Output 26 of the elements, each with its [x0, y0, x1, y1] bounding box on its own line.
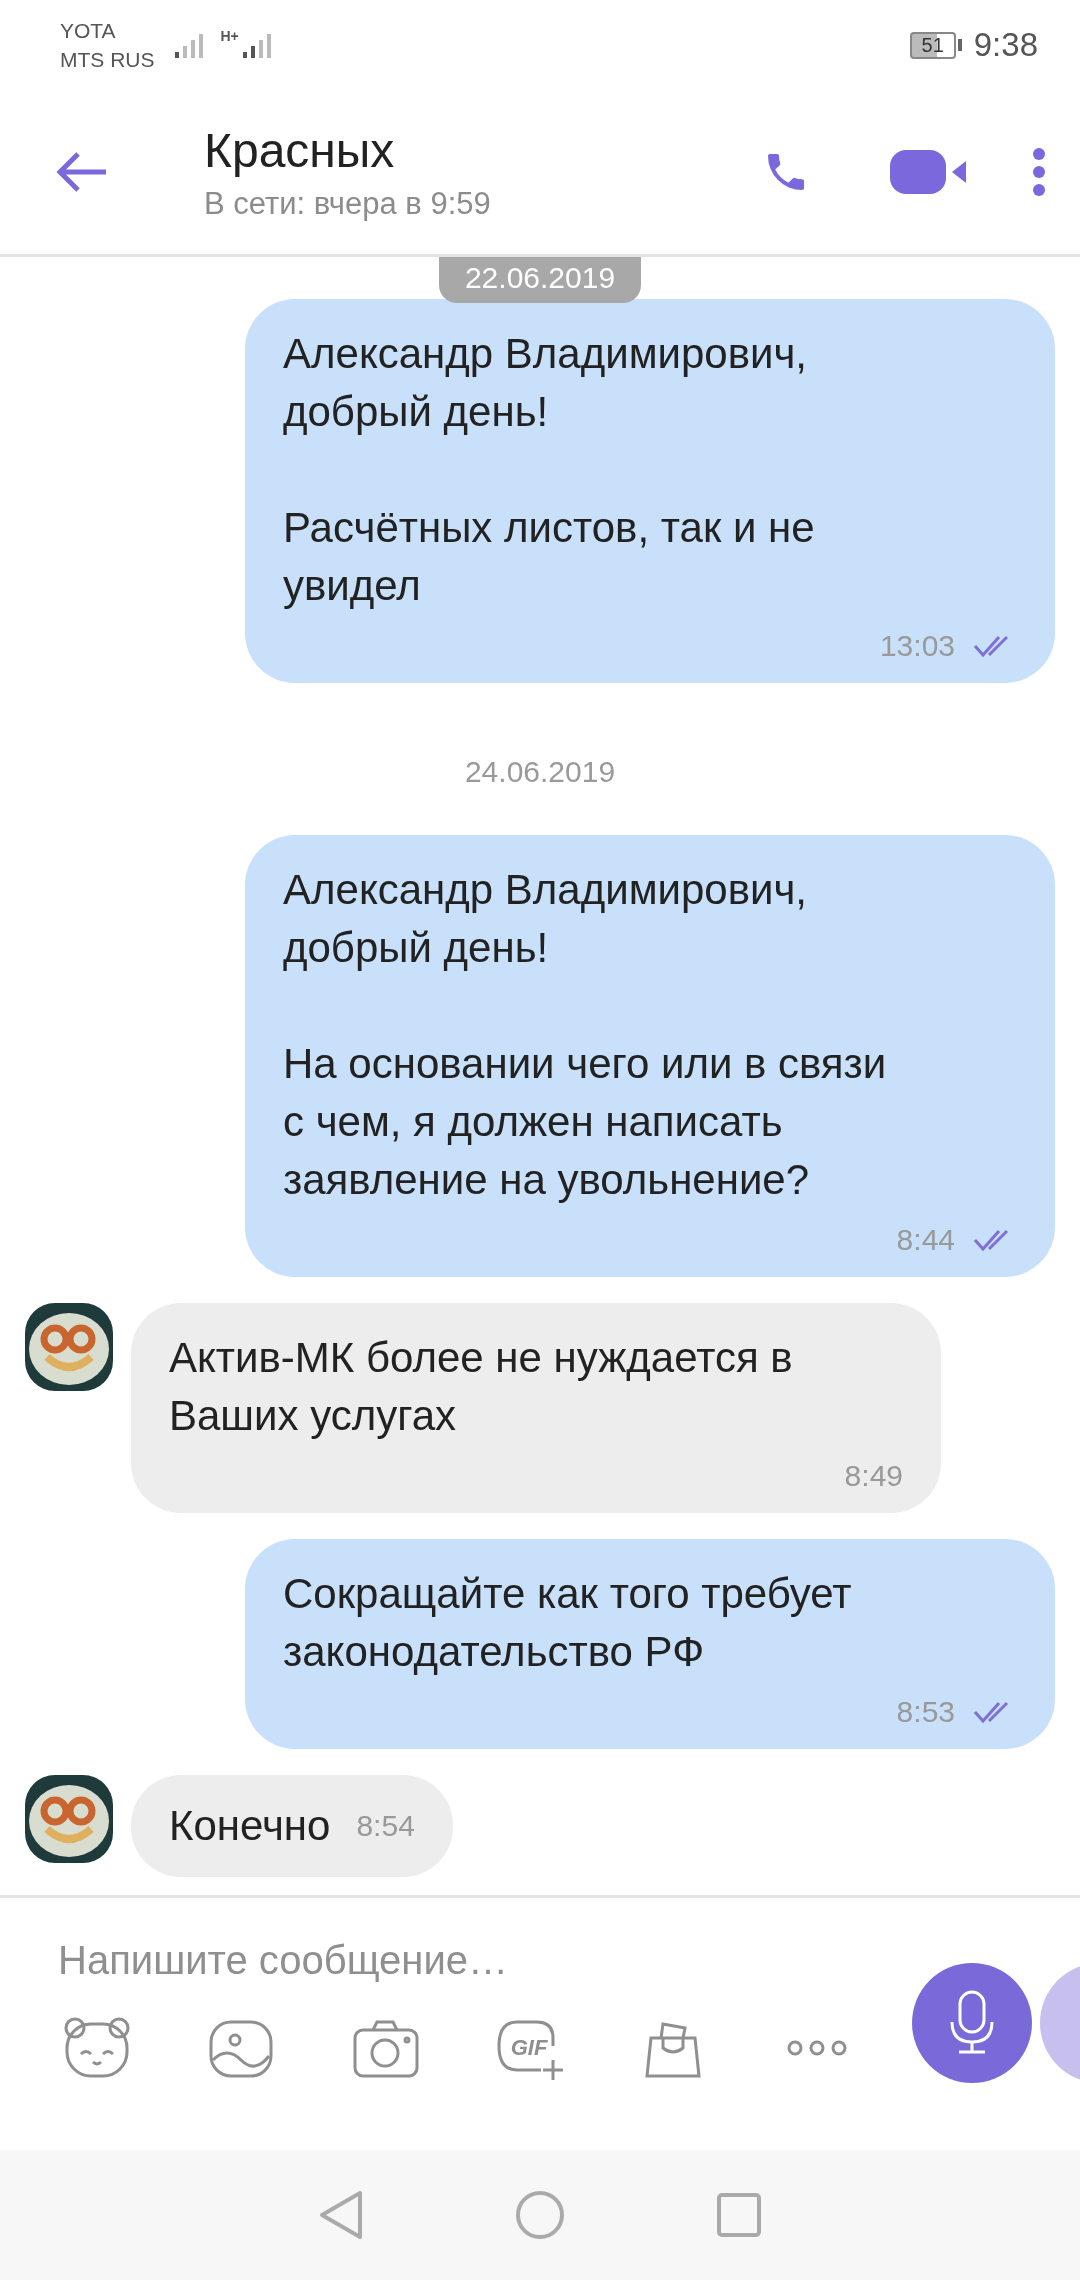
back-icon[interactable] — [318, 2189, 364, 2241]
network-type: H+ — [220, 28, 239, 44]
gif-button[interactable]: GIF — [490, 2013, 568, 2083]
video-camera-icon[interactable] — [890, 148, 968, 196]
date-label: 22.06.2019 — [438, 257, 642, 303]
message-text: Конечно — [169, 1801, 331, 1851]
clock: 9:38 — [973, 26, 1038, 64]
message-time: 8:44 — [896, 1223, 955, 1257]
recents-icon[interactable] — [716, 2192, 762, 2238]
message-time: 13:03 — [879, 629, 955, 663]
contact-name: Красных — [204, 122, 396, 178]
date-label: 24.06.2019 — [464, 755, 616, 789]
last-seen: В сети: вчера в 9:59 — [204, 185, 492, 222]
message-text: Актив-МК более не нуждается в Ваших услугах — [169, 1333, 794, 1441]
more-options-icon[interactable] — [1032, 148, 1046, 196]
message-time: 8:49 — [844, 1459, 903, 1493]
message-time: 8:53 — [896, 1695, 955, 1729]
carrier-name: MTS RUS — [60, 47, 155, 73]
back-arrow-icon[interactable] — [56, 152, 108, 192]
carrier-name: YOTA — [60, 18, 117, 44]
message-text: Александр Владимирович, добрый день! На основании чего или в связи с чем, я должен написать заявление на увольнение? — [283, 865, 888, 1205]
message-input[interactable]: Напишите сообщение… — [58, 1938, 858, 1983]
message-text: Сокращайте как того требует законодательство РФ — [283, 1569, 853, 1677]
home-icon[interactable] — [514, 2189, 566, 2241]
message-text: Александр Владимирович, добрый день! Расчётных листов, так и не увидел — [283, 329, 816, 611]
message-time: 8:54 — [356, 1809, 415, 1843]
